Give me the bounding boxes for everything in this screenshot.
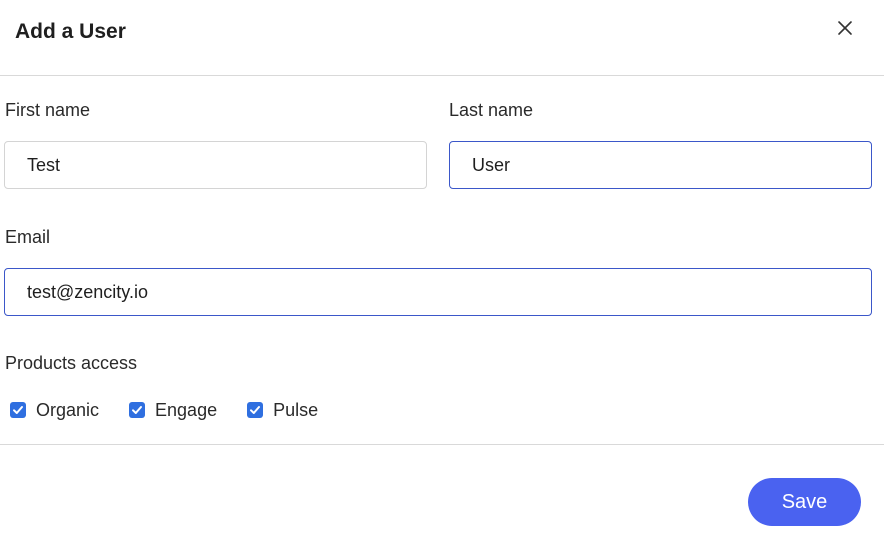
products-access-label: Products access	[5, 353, 138, 373]
checkmark-icon	[132, 406, 143, 414]
close-button[interactable]	[834, 17, 856, 39]
organic-checkbox[interactable]	[10, 402, 26, 418]
email-input[interactable]	[4, 268, 872, 316]
engage-checkbox[interactable]	[129, 402, 146, 418]
engage-label: Engage	[155, 400, 218, 420]
product-option-pulse[interactable]: Pulse	[247, 399, 318, 421]
product-option-engage[interactable]: Engage	[129, 399, 217, 421]
organic-label: Organic	[36, 400, 100, 420]
pulse-checkbox[interactable]	[247, 402, 264, 418]
last-name-label: Last name	[449, 100, 534, 120]
email-label: Email	[5, 227, 51, 247]
first-name-label: First name	[5, 100, 91, 120]
products-checkbox-group: Organic Engage Pulse	[10, 397, 348, 423]
checkmark-icon	[13, 406, 23, 414]
last-name-input[interactable]	[449, 141, 872, 189]
product-option-organic[interactable]: Organic	[10, 399, 99, 421]
add-user-dialog: Add a User First name Last name Email Pr…	[0, 0, 884, 546]
dialog-header: Add a User	[0, 0, 884, 76]
dialog-title: Add a User	[15, 20, 126, 43]
footer-divider	[0, 444, 884, 445]
save-button[interactable]: Save	[748, 478, 861, 526]
pulse-label: Pulse	[273, 400, 319, 420]
close-icon	[838, 21, 852, 35]
checkmark-icon	[250, 406, 261, 414]
first-name-input[interactable]	[4, 141, 427, 189]
